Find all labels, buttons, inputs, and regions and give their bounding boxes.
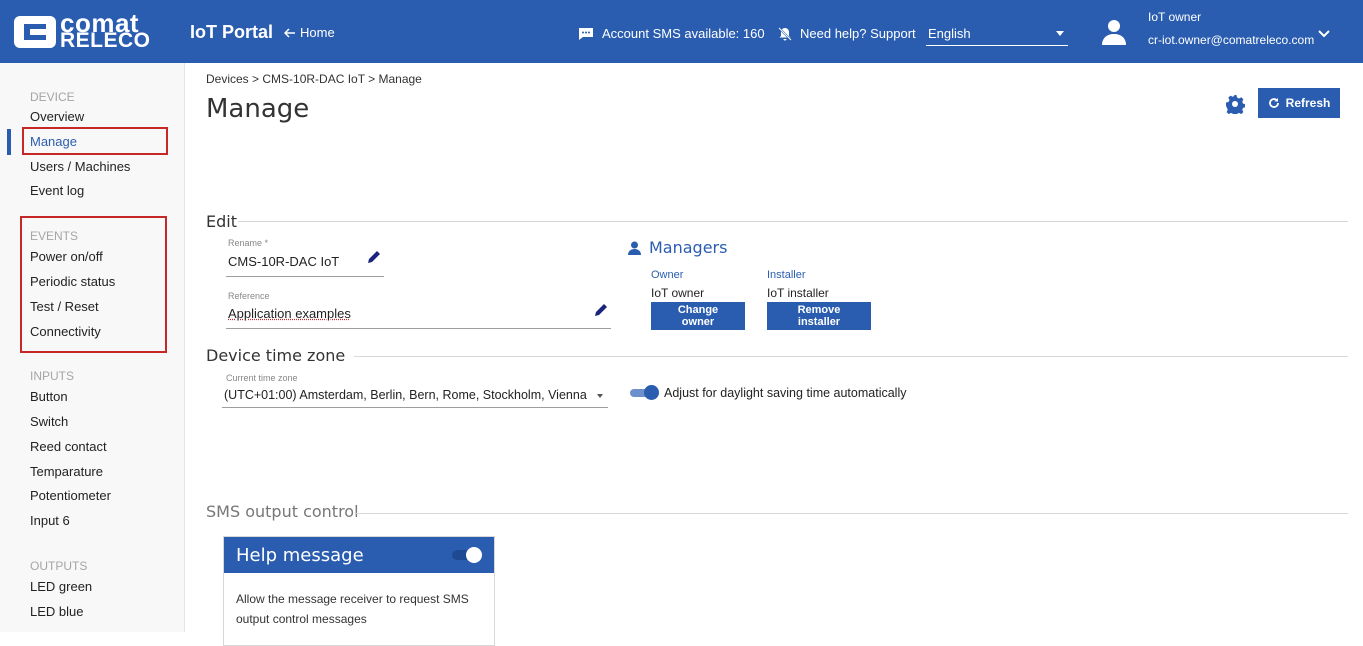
- sidebar-item-switch[interactable]: Switch: [30, 414, 68, 429]
- dst-label: Adjust for daylight saving time automati…: [664, 386, 907, 400]
- owner-label: Owner: [651, 269, 684, 281]
- sidebar-item-reed-contact[interactable]: Reed contact: [30, 439, 107, 454]
- sidebar-item-input-6[interactable]: Input 6: [30, 513, 70, 528]
- person-icon: [628, 241, 641, 255]
- chevron-down-icon[interactable]: [1318, 30, 1330, 38]
- gear-icon[interactable]: [1225, 94, 1245, 114]
- refresh-icon: [1268, 98, 1279, 108]
- support-link[interactable]: Need help? Support: [778, 26, 916, 41]
- language-select[interactable]: English: [926, 22, 1068, 46]
- sidebar-section-inputs: INPUTS: [30, 369, 75, 383]
- owner-value: IoT owner: [651, 286, 705, 300]
- sidebar-item-overview[interactable]: Overview: [30, 109, 84, 124]
- help-card-description: Allow the message receiver to request SM…: [236, 592, 469, 626]
- sms-section-divider: [356, 513, 1348, 514]
- home-link-label: Home: [300, 25, 335, 40]
- highlight-box-manage: [22, 127, 168, 155]
- breadcrumb: Devices > CMS-10R-DAC IoT > Manage: [206, 72, 422, 86]
- rename-input[interactable]: CMS-10R-DAC IoT: [228, 254, 339, 269]
- top-bar: comat RELECO IoT Portal Home Account SMS…: [0, 0, 1363, 63]
- sms-available: Account SMS available: 160: [578, 26, 765, 41]
- brand-logo[interactable]: comat RELECO: [14, 10, 174, 52]
- sidebar-item-event-log[interactable]: Event log: [30, 183, 84, 198]
- help-card-title: Help message: [236, 545, 364, 566]
- help-message-card: Help message Allow the message receiver …: [223, 536, 495, 646]
- sms-section-title: SMS output control: [206, 502, 359, 521]
- caret-down-icon[interactable]: [597, 394, 603, 398]
- timezone-section-title: Device time zone: [206, 346, 346, 365]
- support-label: Need help? Support: [800, 26, 916, 41]
- remove-installer-button[interactable]: Remove installer: [767, 302, 871, 330]
- help-card-header: Help message: [224, 537, 494, 573]
- timezone-select[interactable]: (UTC+01:00) Amsterdam, Berlin, Bern, Rom…: [224, 388, 587, 402]
- highlight-box-events: [20, 216, 167, 353]
- rename-underline: [226, 276, 384, 277]
- installer-value: IoT installer: [767, 286, 829, 300]
- logo-mark-icon: [14, 16, 56, 48]
- timezone-underline: [222, 407, 608, 408]
- user-avatar-icon[interactable]: [1100, 18, 1128, 46]
- message-icon: [579, 27, 593, 40]
- logo-text-releco: RELECO: [60, 29, 151, 52]
- managers-title: Managers: [628, 238, 727, 257]
- timezone-section-divider: [354, 356, 1348, 357]
- pencil-icon[interactable]: [594, 303, 608, 317]
- reference-underline: [226, 328, 611, 329]
- help-message-toggle[interactable]: [452, 547, 482, 563]
- sidebar-section-outputs: OUTPUTS: [30, 559, 88, 573]
- pencil-icon[interactable]: [367, 250, 381, 264]
- app-title: IoT Portal: [190, 22, 274, 42]
- page-title: Manage: [206, 94, 310, 124]
- sidebar-item-led-blue[interactable]: LED blue: [30, 604, 83, 619]
- installer-label: Installer: [767, 269, 806, 281]
- sidebar-item-potentiometer[interactable]: Potentiometer: [30, 488, 111, 503]
- user-name: IoT owner: [1148, 10, 1202, 24]
- caret-down-icon: [1056, 31, 1064, 36]
- edit-section-divider: [238, 221, 1348, 222]
- edit-section-title: Edit: [206, 212, 237, 231]
- bell-off-icon: [778, 26, 792, 41]
- help-toggle-knob: [466, 547, 482, 563]
- change-owner-button[interactable]: Change owner: [651, 302, 745, 330]
- user-email: cr-iot.owner@comatreleco.com: [1148, 33, 1315, 47]
- reference-label: Reference: [228, 291, 270, 301]
- managers-title-label: Managers: [649, 238, 728, 257]
- sidebar-item-led-green[interactable]: LED green: [30, 579, 92, 594]
- rename-label: Rename *: [228, 238, 269, 248]
- home-link[interactable]: Home: [284, 25, 335, 40]
- language-value: English: [928, 26, 971, 41]
- sms-available-label: Account SMS available: 160: [602, 26, 765, 41]
- sidebar-item-temparature[interactable]: Temparature: [30, 464, 103, 479]
- timezone-label: Current time zone: [226, 373, 298, 383]
- reference-input[interactable]: Application examples: [228, 306, 351, 321]
- sidebar-item-button[interactable]: Button: [30, 389, 68, 404]
- refresh-button[interactable]: Refresh: [1258, 88, 1340, 118]
- dst-toggle-knob: [644, 385, 659, 400]
- arrow-left-icon: [284, 27, 295, 38]
- sidebar-section-device: DEVICE: [30, 90, 75, 104]
- sidebar-active-indicator: [7, 129, 11, 155]
- refresh-label: Refresh: [1285, 96, 1331, 110]
- dst-toggle[interactable]: [630, 385, 659, 400]
- sidebar-item-users-machines[interactable]: Users / Machines: [30, 159, 130, 174]
